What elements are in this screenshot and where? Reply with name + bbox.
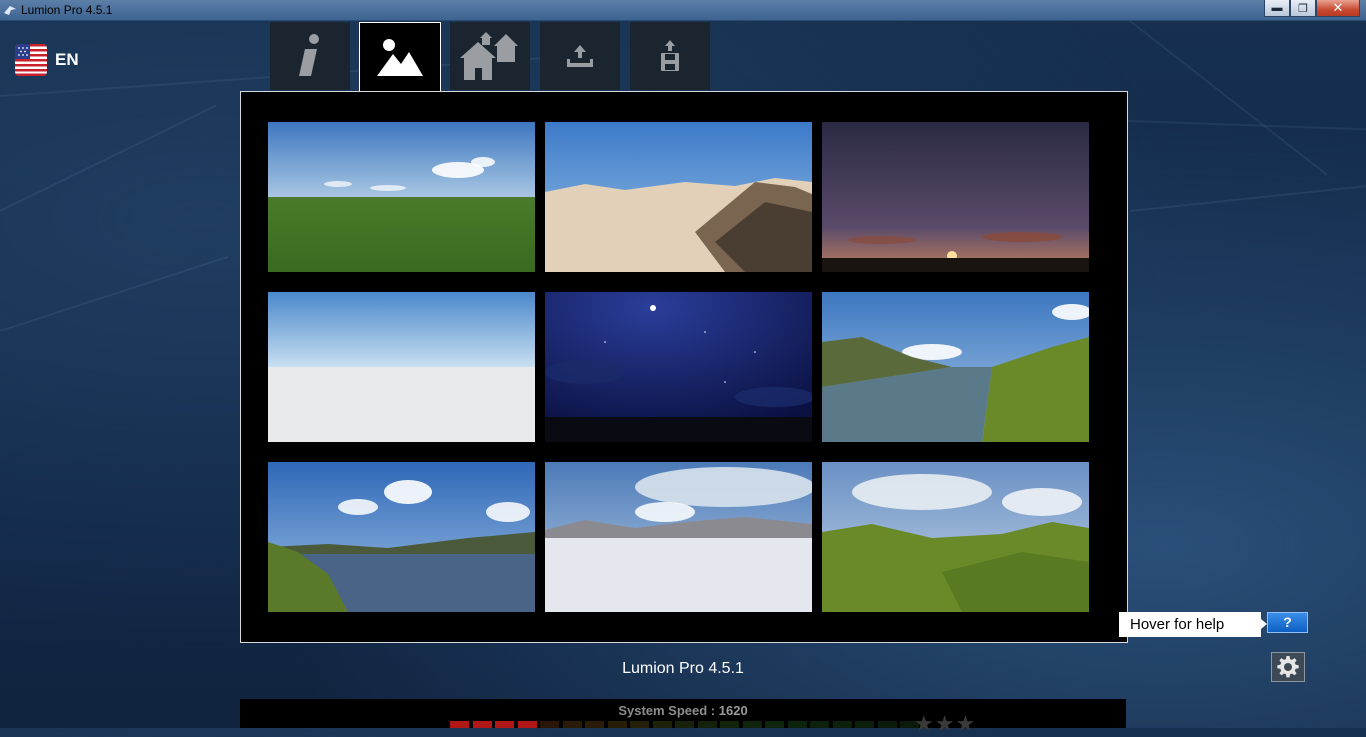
scene-thumbnail-night-sky[interactable] <box>545 292 812 442</box>
info-icon <box>299 34 319 76</box>
scene-thumbnail-lake-coast[interactable] <box>268 462 535 612</box>
speed-meter-block <box>472 721 492 728</box>
speed-meter-block <box>630 721 649 728</box>
speed-meter-block <box>720 721 739 728</box>
speed-meter-block <box>652 721 672 728</box>
maximize-button[interactable]: ❐ <box>1290 0 1316 17</box>
tab-landscape[interactable] <box>359 22 441 92</box>
tab-load-scene[interactable] <box>540 22 620 90</box>
help-tooltip: Hover for help <box>1119 612 1261 637</box>
system-speed-panel: System Speed : 1620 ★ ★ ★ <box>240 699 1126 736</box>
system-speed-value: 1620 <box>718 703 748 718</box>
scene-thumbnail-grassland[interactable] <box>268 122 535 272</box>
speed-meter-block <box>742 721 762 728</box>
help-button[interactable]: ? <box>1267 612 1308 633</box>
speed-meter-block <box>562 721 582 728</box>
system-speed-label: System Speed : 1620 <box>240 703 1126 718</box>
star-icon: ★ <box>914 711 934 736</box>
upload-icon <box>567 45 593 67</box>
scene-thumbnail-green-hills[interactable] <box>822 462 1089 612</box>
mountain-icon <box>377 38 423 76</box>
speed-star-rating: ★ ★ ★ <box>914 711 976 737</box>
star-icon: ★ <box>955 711 976 736</box>
landscape-panel <box>240 91 1128 643</box>
background-streak <box>0 255 229 332</box>
speed-meter-block <box>450 721 469 728</box>
speed-meter-block <box>787 721 807 728</box>
close-button[interactable]: ✕ <box>1316 0 1360 17</box>
scene-thumbnail-white-plane[interactable] <box>268 292 535 442</box>
scene-thumbnail-river-valley[interactable] <box>822 292 1089 442</box>
system-speed-caption: System Speed : <box>618 703 716 718</box>
settings-button[interactable] <box>1271 652 1305 682</box>
scene-thumbnail-snow-field[interactable] <box>545 462 812 612</box>
background-streak <box>1127 120 1366 131</box>
speed-meter-block <box>517 721 537 728</box>
window-title-bar: Lumion Pro 4.5.1 ▬ ❐ ✕ <box>0 0 1366 21</box>
speed-meter-block <box>540 721 559 728</box>
background-streak <box>1129 184 1366 212</box>
houses-icon <box>460 32 518 80</box>
background-streak <box>0 104 217 212</box>
gear-icon <box>1277 656 1299 678</box>
language-selector[interactable]: EN <box>15 44 79 76</box>
window-title: Lumion Pro 4.5.1 <box>21 3 113 17</box>
speed-meter-block <box>877 721 897 728</box>
save-icon <box>661 40 679 71</box>
speed-meter-block <box>585 721 604 728</box>
minimize-button[interactable]: ▬ <box>1264 0 1290 17</box>
star-icon: ★ <box>934 711 955 736</box>
speed-meter-block <box>765 721 784 728</box>
us-flag-icon <box>15 44 47 76</box>
version-label: Lumion Pro 4.5.1 <box>622 660 744 677</box>
tab-info[interactable] <box>270 22 350 90</box>
speed-meter-block <box>855 721 874 728</box>
system-speed-meter <box>450 721 923 728</box>
scene-thumbnail-sunset[interactable] <box>822 122 1089 272</box>
speed-meter-block <box>697 721 717 728</box>
speed-meter-block <box>810 721 829 728</box>
lumion-app-icon <box>4 6 16 15</box>
speed-meter-block <box>495 721 514 728</box>
tab-save-scene[interactable] <box>630 22 710 90</box>
language-code: EN <box>55 50 79 69</box>
speed-meter-block <box>675 721 694 728</box>
speed-meter-block <box>832 721 852 728</box>
tab-example-scenes[interactable] <box>450 22 530 90</box>
speed-meter-block <box>607 721 627 728</box>
window-controls: ▬ ❐ ✕ <box>1264 0 1360 17</box>
scene-thumbnail-desert[interactable] <box>545 122 812 272</box>
background-streak <box>1129 20 1328 176</box>
